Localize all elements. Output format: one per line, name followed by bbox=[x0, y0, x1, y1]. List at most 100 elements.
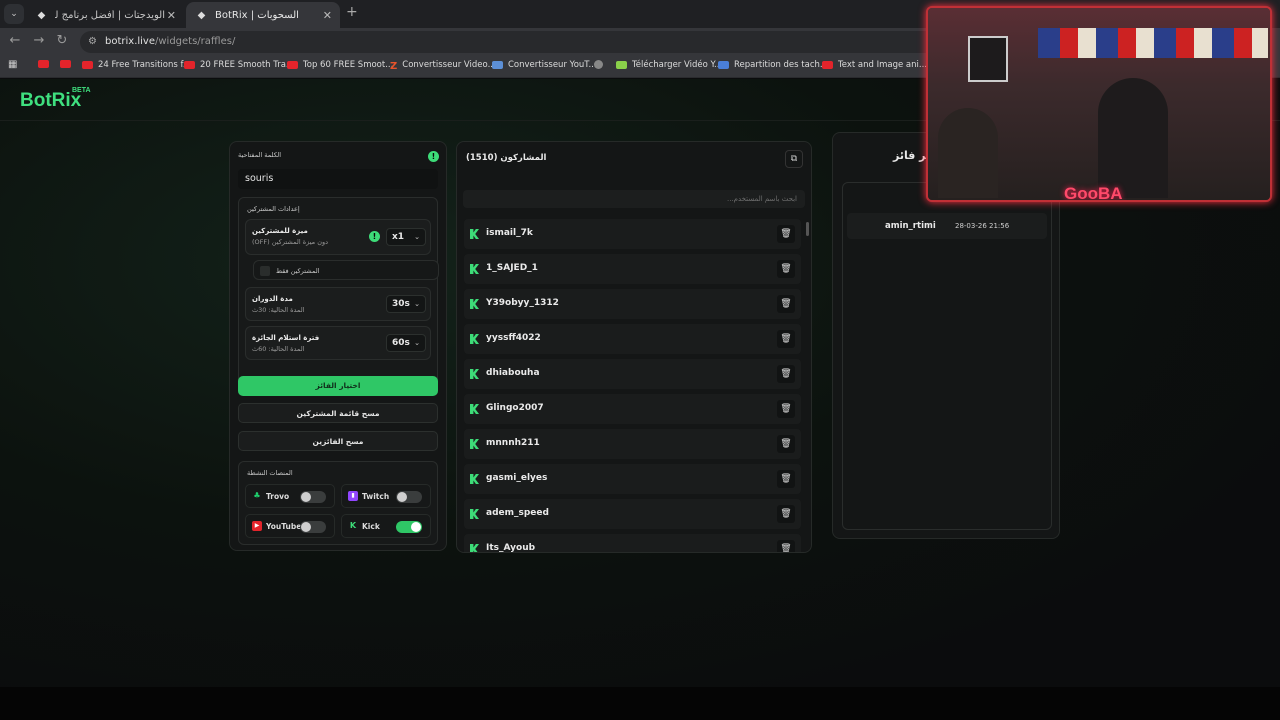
apps-grid-icon[interactable]: ▦ bbox=[8, 59, 17, 70]
scrollbar[interactable] bbox=[806, 222, 809, 236]
bookmark-item[interactable] bbox=[594, 60, 608, 69]
active-platforms-card: المنصات النشطة ♣ Trovo ▮ Twitch ▶ YouTub… bbox=[238, 461, 438, 545]
back-arrow-icon[interactable]: ← bbox=[6, 33, 24, 48]
claim-period-select[interactable]: 60s ⌄ bbox=[386, 334, 426, 352]
participant-name: gasmi_elyes bbox=[486, 473, 548, 483]
bookmark-item[interactable] bbox=[60, 60, 76, 68]
trash-icon[interactable]: 🗑 bbox=[777, 330, 795, 348]
bookmark-item[interactable]: Convertisseur YouT... bbox=[492, 60, 597, 70]
raffle-settings-panel: الكلمة المفتاحية ! souris إعدادات المشتر… bbox=[229, 141, 447, 551]
site-info-icon[interactable]: ⚙ bbox=[88, 31, 97, 53]
address-bar[interactable]: ⚙ botrix.live/widgets/raffles/ bbox=[80, 31, 940, 53]
kick-icon bbox=[470, 509, 479, 519]
copy-icon[interactable]: ⧉ bbox=[785, 150, 803, 168]
participant-name: Y39obyy_1312 bbox=[486, 298, 559, 308]
bookmark-item[interactable] bbox=[38, 60, 54, 68]
youtube-icon bbox=[287, 61, 298, 69]
participant-row: yyssff4022 🗑 bbox=[464, 324, 801, 354]
youtube-icon: ▶ bbox=[252, 521, 262, 531]
download-icon bbox=[616, 61, 627, 69]
participant-name: ismail_7k bbox=[486, 228, 533, 238]
trash-icon[interactable]: 🗑 bbox=[777, 540, 795, 552]
chevron-down-icon: ⌄ bbox=[414, 300, 420, 308]
bookmark-item[interactable]: Z Convertisseur Video... bbox=[390, 60, 496, 72]
youtube-icon bbox=[38, 60, 49, 68]
participant-search-input[interactable]: ابحث باسم المستخدم... bbox=[463, 190, 805, 208]
trovo-icon: ♣ bbox=[253, 491, 261, 500]
winners-list: amin_rtimi 28-03-26 21:56 bbox=[842, 182, 1052, 530]
new-tab-icon[interactable]: + bbox=[346, 4, 358, 20]
tab-raffles[interactable]: ◆ BotRix | السحوبات ✕ bbox=[186, 2, 340, 28]
pick-winner-button[interactable]: اختيار الفائز bbox=[238, 376, 438, 396]
trash-icon[interactable]: 🗑 bbox=[777, 505, 795, 523]
botrix-favicon-icon: ◆ bbox=[37, 9, 46, 21]
kick-icon bbox=[470, 229, 479, 239]
trash-icon[interactable]: 🗑 bbox=[777, 470, 795, 488]
bookmark-item[interactable]: Top 60 FREE Smoot... bbox=[287, 60, 393, 70]
botrix-logo[interactable]: BotRix BETA bbox=[20, 87, 91, 112]
close-tab-icon[interactable]: ✕ bbox=[323, 9, 332, 22]
keyword-input[interactable]: souris bbox=[238, 169, 438, 189]
youtube-icon bbox=[822, 61, 833, 69]
bookmark-item[interactable]: Télécharger Vidéo Y... bbox=[616, 60, 722, 70]
participant-name: mnnnh211 bbox=[486, 438, 540, 448]
person-left-image bbox=[938, 108, 998, 198]
info-icon[interactable]: ! bbox=[428, 151, 439, 162]
participants-settings-card: إعدادات المشتركين ميزة للمشتركين دون ميز… bbox=[238, 197, 439, 395]
kick-icon bbox=[470, 334, 479, 344]
active-platforms-label: المنصات النشطة bbox=[247, 469, 293, 477]
twitch-icon: ▮ bbox=[348, 491, 358, 501]
claim-period-row: فترة استلام الجائزة المدة الحالية: 60ث 6… bbox=[245, 326, 431, 360]
spin-duration-row: مدة الدوران المدة الحالية: 30ث 30s ⌄ bbox=[245, 287, 431, 321]
participant-row: Its_Ayoub 🗑 bbox=[464, 534, 801, 553]
participant-row: gasmi_elyes 🗑 bbox=[464, 464, 801, 494]
twitch-toggle[interactable] bbox=[396, 491, 422, 503]
trash-icon[interactable]: 🗑 bbox=[777, 295, 795, 313]
participant-row: dhiabouha 🗑 bbox=[464, 359, 801, 389]
tab-widgets[interactable]: ◆ الويدجتات | أفضل برنامج لتعزيز ال... ✕ bbox=[26, 2, 184, 28]
person-right-image bbox=[1098, 78, 1168, 198]
participant-row: Y39obyy_1312 🗑 bbox=[464, 289, 801, 319]
participant-row: ismail_7k 🗑 bbox=[464, 219, 801, 249]
trash-icon[interactable]: 🗑 bbox=[777, 400, 795, 418]
subscribers-only-row[interactable]: المشتركين فقط bbox=[253, 260, 439, 280]
keyword-label: الكلمة المفتاحية bbox=[238, 151, 282, 159]
trash-icon[interactable]: 🗑 bbox=[777, 260, 795, 278]
participants-settings-label: إعدادات المشتركين bbox=[247, 205, 300, 213]
youtube-icon bbox=[60, 60, 71, 68]
clear-participants-button[interactable]: مسح قائمة المشتركين bbox=[238, 403, 438, 423]
docs-icon bbox=[718, 61, 729, 69]
participant-name: Glingo2007 bbox=[486, 403, 544, 413]
subscribers-only-checkbox[interactable] bbox=[260, 266, 270, 276]
bookmark-item[interactable]: 20 FREE Smooth Tra... bbox=[184, 60, 294, 70]
scarves-image bbox=[1038, 28, 1268, 58]
subscriber-multiplier-select[interactable]: x1 ⌄ bbox=[386, 228, 426, 246]
bookmark-item[interactable]: 24 Free Transitions f... bbox=[82, 60, 191, 70]
chevron-down-icon: ⌄ bbox=[414, 339, 420, 347]
trash-icon[interactable]: 🗑 bbox=[777, 225, 795, 243]
bookmark-item[interactable]: Text and Image ani... bbox=[822, 60, 927, 70]
trash-icon[interactable]: 🗑 bbox=[777, 365, 795, 383]
youtube-toggle[interactable] bbox=[300, 521, 326, 533]
info-icon[interactable]: ! bbox=[369, 231, 380, 242]
globe-icon bbox=[594, 60, 603, 69]
kick-icon bbox=[470, 369, 479, 379]
participant-row: Glingo2007 🗑 bbox=[464, 394, 801, 424]
webcam-overlay: GooBA bbox=[926, 6, 1272, 202]
trovo-toggle[interactable] bbox=[300, 491, 326, 503]
kick-icon bbox=[470, 544, 479, 552]
spin-duration-select[interactable]: 30s ⌄ bbox=[386, 295, 426, 313]
reload-icon[interactable]: ↻ bbox=[53, 33, 71, 48]
forward-arrow-icon[interactable]: → bbox=[30, 33, 48, 48]
clear-winners-button[interactable]: مسح الفائزين bbox=[238, 431, 438, 451]
participant-name: Its_Ayoub bbox=[486, 543, 536, 553]
kick-icon bbox=[470, 474, 479, 484]
close-tab-icon[interactable]: ✕ bbox=[167, 9, 176, 22]
participant-row: adem_speed 🗑 bbox=[464, 499, 801, 529]
platform-youtube: ▶ YouTube bbox=[245, 514, 335, 538]
trash-icon[interactable]: 🗑 bbox=[777, 435, 795, 453]
subscriber-perk-row: ميزة للمشتركين دون ميزة المشتركين (OFF) … bbox=[245, 219, 431, 255]
tab-search-chevron-icon[interactable]: ⌄ bbox=[4, 4, 24, 24]
kick-toggle[interactable] bbox=[396, 521, 422, 533]
bookmark-item[interactable]: Repartition des tach... bbox=[718, 60, 828, 70]
